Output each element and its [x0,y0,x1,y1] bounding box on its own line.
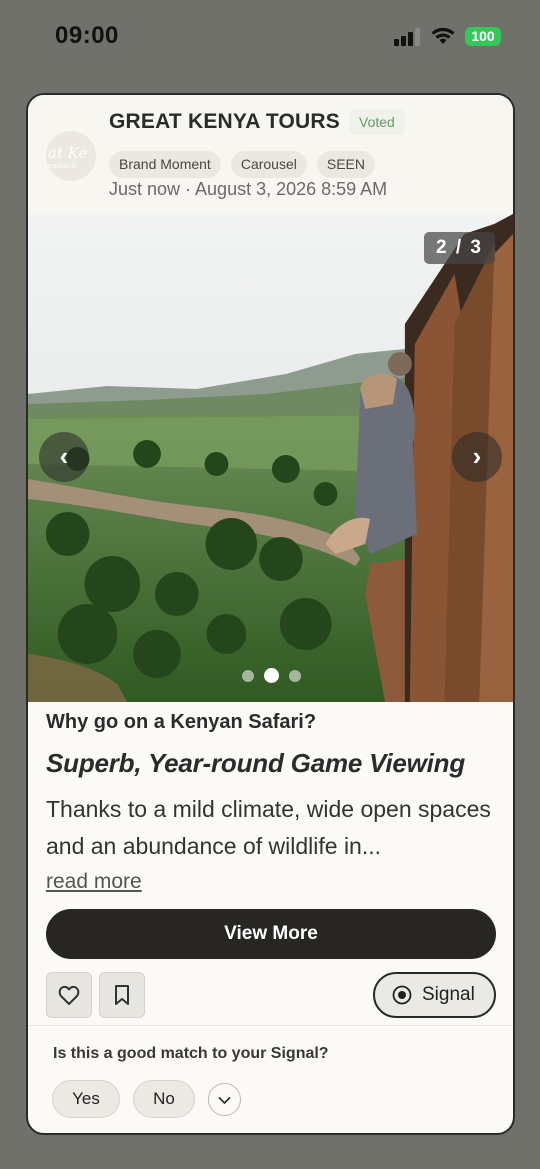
chevron-down-icon [218,1097,231,1104]
brand-name[interactable]: GREAT KENYA TOURS [109,110,340,134]
signal-target-icon [392,985,412,1005]
read-more-link[interactable]: read more [46,870,142,894]
yes-button[interactable]: Yes [52,1080,120,1118]
post-header: at Ke edible A GREAT KENYA TOURS Voted B… [28,95,513,215]
post-question: Why go on a Kenyan Safari? [46,711,317,733]
post-card: at Ke edible A GREAT KENYA TOURS Voted B… [26,93,515,1135]
no-button[interactable]: No [133,1080,195,1118]
tag-seen: SEEN [316,151,375,178]
tag-carousel: Carousel [230,151,307,178]
svg-text:at Ke: at Ke [48,144,88,162]
signal-strength-icon [394,28,422,46]
post-excerpt: Thanks to a mild climate, wide open spac… [46,796,491,859]
brand-logo: at Ke edible A [46,131,96,181]
carousel-image [28,214,513,702]
signal-button-label: Signal [422,984,475,1005]
brand-avatar[interactable]: at Ke edible A [46,131,96,181]
match-question: Is this a good match to your Signal? [53,1045,329,1062]
carousel-prev-button[interactable]: ‹ [39,432,89,482]
bookmark-icon [115,985,129,1005]
post-tags: Brand Moment Carousel SEEN [109,151,375,178]
battery-icon: 100 [465,27,501,46]
heart-icon [58,985,80,1005]
wifi-icon [431,27,455,44]
carousel-dot-3[interactable] [289,669,301,682]
divider [28,1025,513,1026]
carousel-dots [242,668,301,683]
view-more-button[interactable]: View More [46,909,496,959]
post-timestamp: Just now · August 3, 2026 8:59 AM [109,179,388,199]
tag-brand-moment: Brand Moment [109,151,221,178]
carousel-dot-2[interactable] [264,668,279,683]
signal-button[interactable]: Signal [373,972,496,1018]
image-carousel[interactable]: 2 / 3 ‹ › [28,214,513,702]
save-button[interactable] [99,972,145,1018]
svg-text:edible A: edible A [48,162,77,170]
status-time: 09:00 [55,22,119,49]
carousel-next-button[interactable]: › [452,432,502,482]
like-button[interactable] [46,972,92,1018]
voted-badge: Voted [349,109,405,135]
carousel-counter: 2 / 3 [424,232,495,264]
carousel-dot-1[interactable] [242,669,254,682]
more-options-button[interactable] [208,1083,241,1116]
status-bar: 09:00 100 [0,0,540,70]
post-headline: Superb, Year-round Game Viewing [46,748,466,778]
